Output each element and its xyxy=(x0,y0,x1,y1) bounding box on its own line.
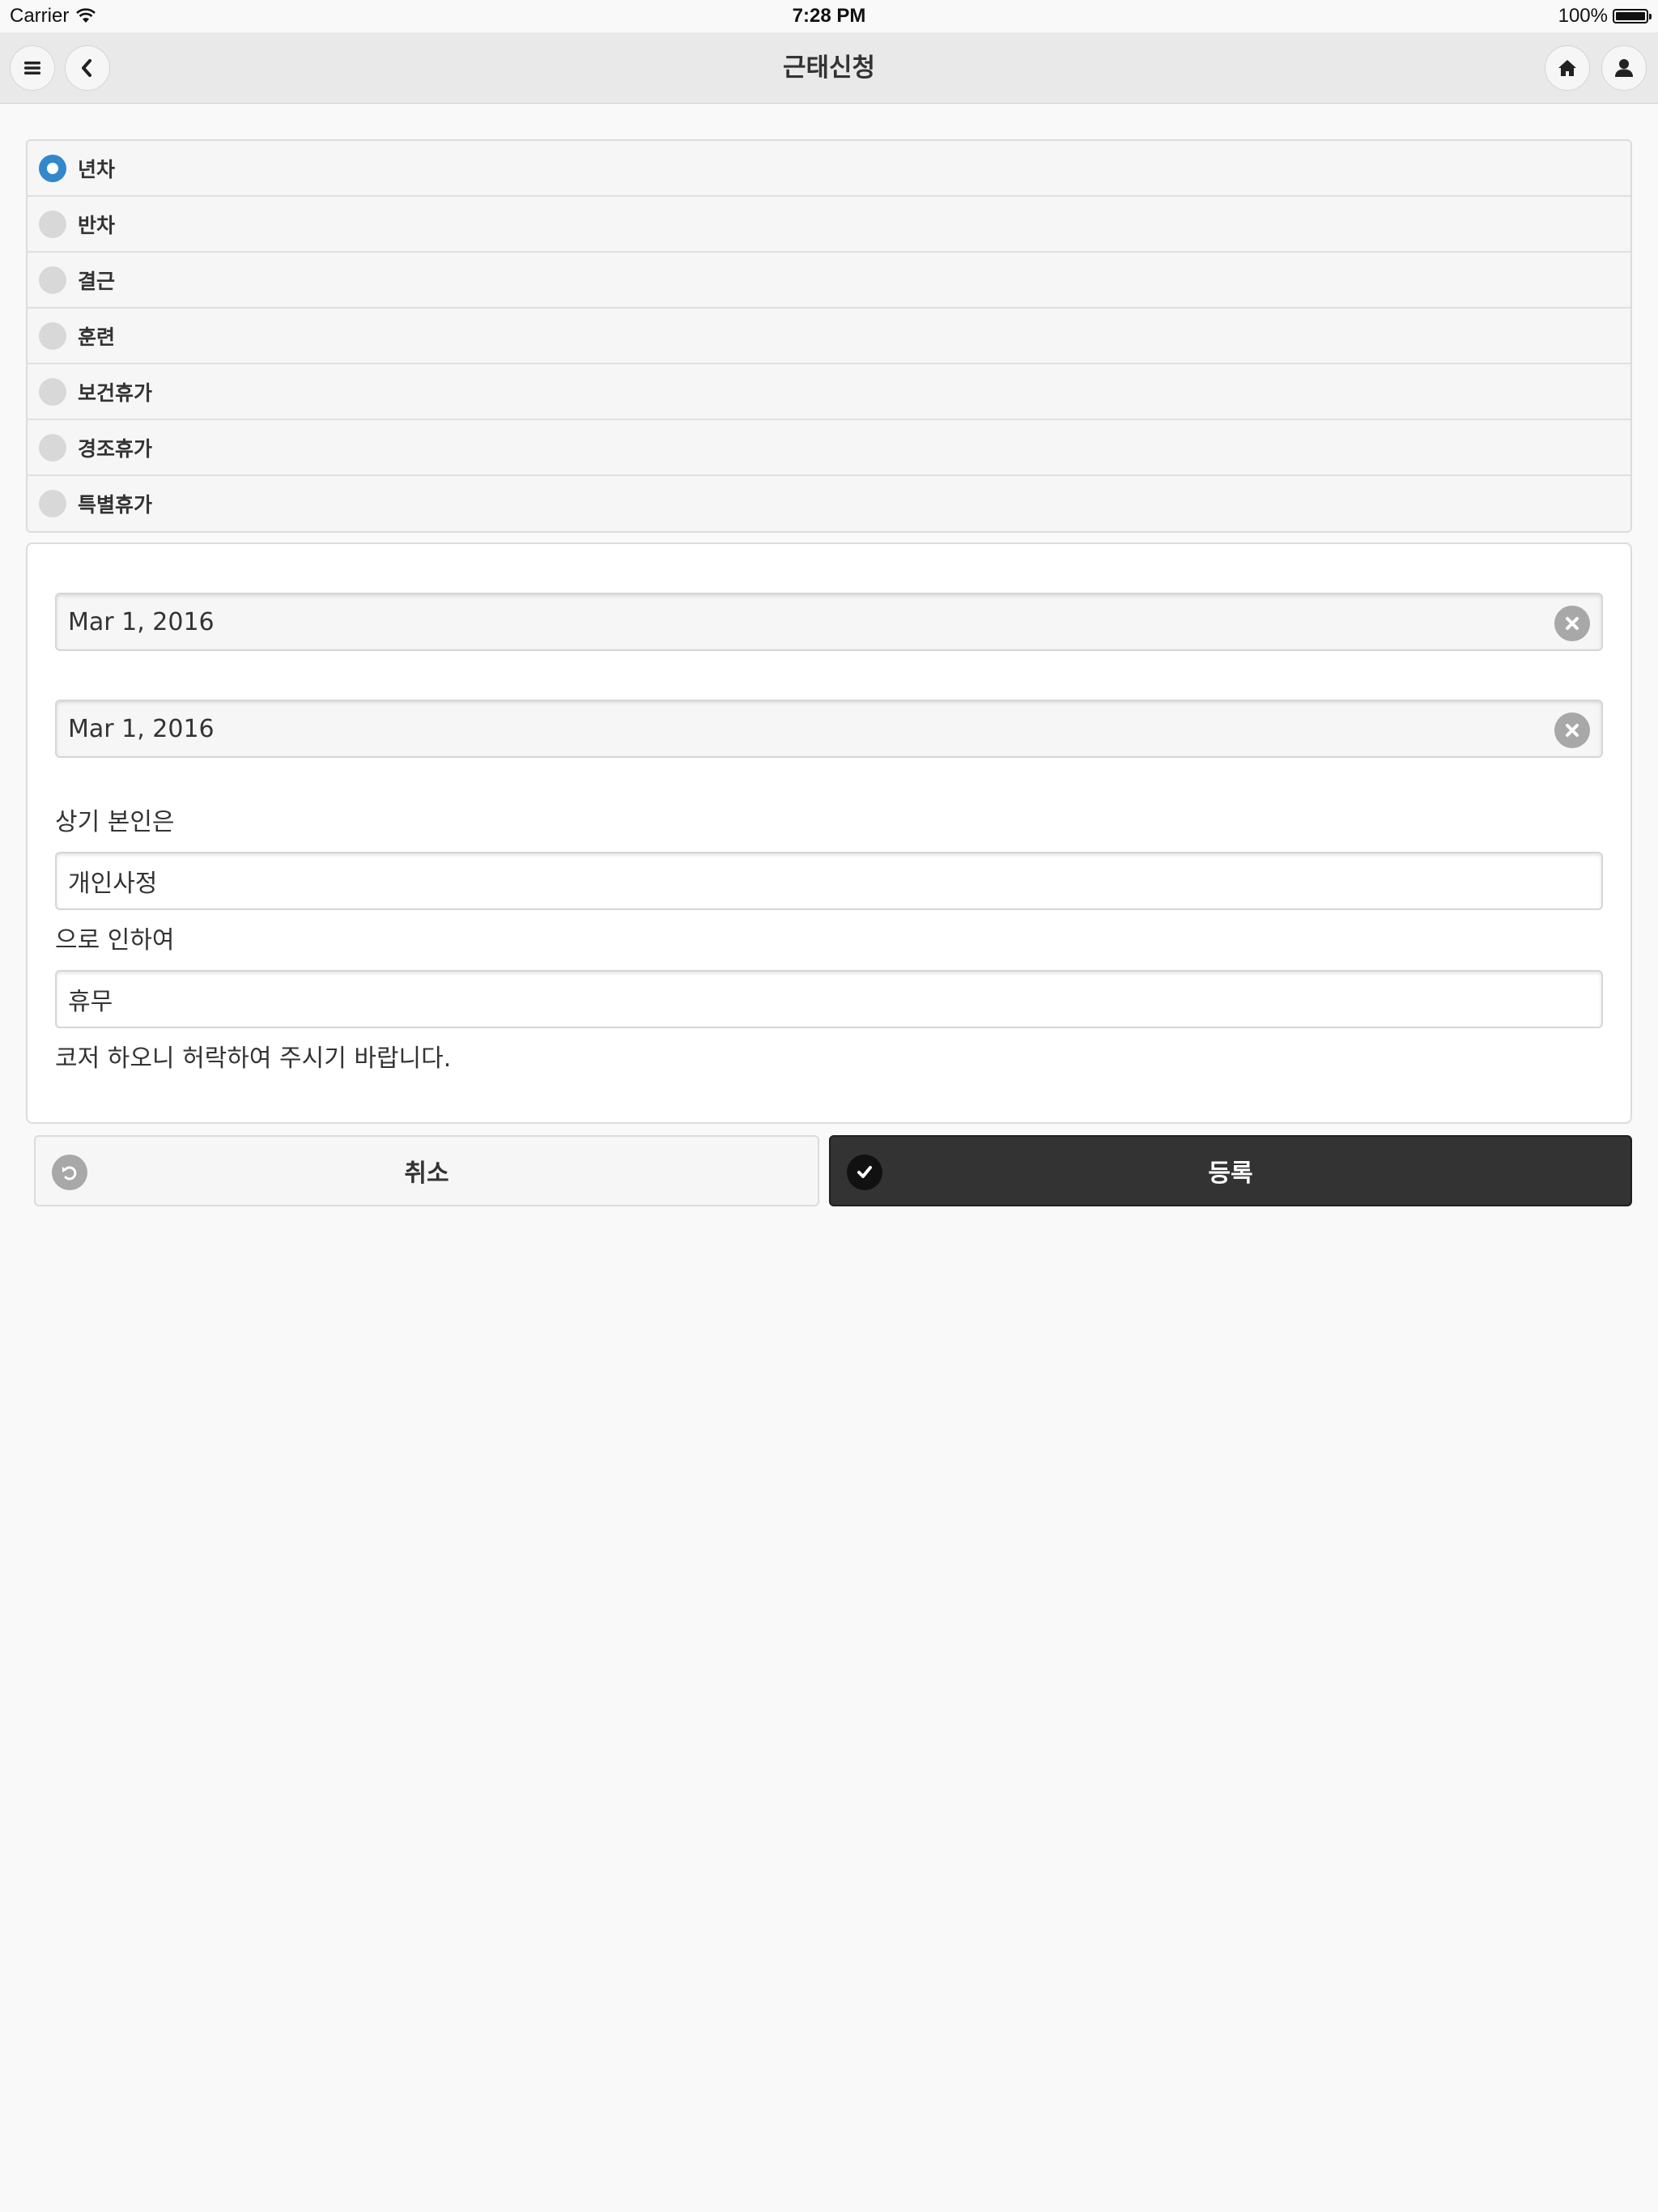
text-after-reason: 으로 인하여 xyxy=(55,926,175,955)
clear-start-date-button[interactable] xyxy=(1554,606,1590,641)
radio-option-special-leave[interactable]: 특별휴가 xyxy=(28,476,1630,531)
close-icon xyxy=(1566,617,1579,630)
status-time: 7:28 PM xyxy=(792,5,866,27)
leave-type-radio-group: 년차 반차 결근 훈련 보건휴가 경조휴가 특별휴가 xyxy=(26,139,1632,533)
end-date-input[interactable]: Mar 1, 2016 xyxy=(55,700,1603,758)
radio-option-training[interactable]: 훈련 xyxy=(28,308,1630,364)
reason-input[interactable]: 개인사정 xyxy=(55,852,1603,910)
radio-label: 훈련 xyxy=(78,325,116,349)
end-date-value: Mar 1, 2016 xyxy=(68,714,215,743)
radio-unchecked-icon xyxy=(39,321,66,350)
status-bar: Carrier 7:28 PM 100% xyxy=(0,0,1658,32)
undo-icon xyxy=(52,1155,87,1190)
radio-label: 보건휴가 xyxy=(78,381,153,405)
clear-end-date-button[interactable] xyxy=(1554,713,1590,748)
radio-label: 년차 xyxy=(78,157,116,181)
home-icon xyxy=(1558,60,1576,76)
radio-label: 특별휴가 xyxy=(78,493,153,517)
radio-option-health-leave[interactable]: 보건휴가 xyxy=(28,364,1630,420)
reason-value: 개인사정 xyxy=(68,870,158,898)
user-button[interactable] xyxy=(1601,45,1647,91)
closing-text: 코저 하오니 허락하여 주시기 바랍니다. xyxy=(55,1044,452,1073)
back-icon xyxy=(82,59,91,77)
close-icon xyxy=(1566,724,1579,737)
radio-unchecked-icon xyxy=(39,266,66,294)
home-button[interactable] xyxy=(1545,45,1590,91)
radio-unchecked-icon xyxy=(39,490,66,517)
radio-unchecked-icon xyxy=(39,377,66,406)
radio-label: 경조휴가 xyxy=(78,436,153,461)
battery-info: 100% xyxy=(1558,5,1652,28)
header-bar: 근태신청 xyxy=(0,32,1658,104)
start-date-input[interactable]: Mar 1, 2016 xyxy=(55,593,1603,651)
radio-option-half-day[interactable]: 반차 xyxy=(28,197,1630,253)
check-icon xyxy=(847,1155,882,1190)
battery-percent: 100% xyxy=(1558,5,1608,27)
submit-button[interactable]: 등록 xyxy=(829,1135,1632,1206)
page-title: 근태신청 xyxy=(782,53,876,83)
submit-label: 등록 xyxy=(1208,1159,1253,1188)
radio-option-annual-leave[interactable]: 년차 xyxy=(28,141,1630,197)
user-icon xyxy=(1615,59,1633,77)
radio-label: 반차 xyxy=(78,213,116,237)
back-button[interactable] xyxy=(65,45,110,91)
cancel-button[interactable]: 취소 xyxy=(34,1135,819,1206)
radio-checked-icon xyxy=(39,154,66,182)
start-date-value: Mar 1, 2016 xyxy=(68,607,215,636)
menu-icon xyxy=(24,62,40,74)
radio-unchecked-icon xyxy=(39,433,66,462)
radio-option-absence[interactable]: 결근 xyxy=(28,253,1630,308)
battery-icon xyxy=(1613,9,1652,23)
menu-button[interactable] xyxy=(10,45,55,91)
leave-request-form: Mar 1, 2016 Mar 1, 2016 상기 본인은 개인사정 으로 인… xyxy=(26,542,1632,1124)
cancel-label: 취소 xyxy=(404,1159,449,1188)
radio-option-family-event-leave[interactable]: 경조휴가 xyxy=(28,420,1630,476)
leave-type-text-input[interactable]: 휴무 xyxy=(55,970,1603,1028)
leave-type-text-value: 휴무 xyxy=(68,988,113,1016)
radio-label: 결근 xyxy=(78,269,116,293)
text-before-reason: 상기 본인은 xyxy=(55,808,175,836)
radio-unchecked-icon xyxy=(39,210,66,238)
